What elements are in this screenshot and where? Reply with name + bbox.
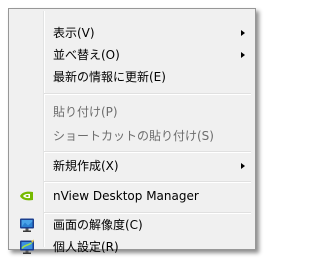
nvidia-icon — [19, 188, 35, 204]
submenu-arrow-icon — [241, 30, 245, 36]
personalize-icon — [19, 239, 35, 255]
menu-item-label: 最新の情報に更新(E) — [53, 70, 166, 84]
menu-item-personalize[interactable]: 個人設定(R) — [11, 236, 253, 258]
menu-item-refresh[interactable]: 最新の情報に更新(E) — [11, 66, 253, 88]
menu-item-label: ショートカットの貼り付け(S) — [53, 129, 214, 143]
menu-item-label: 新規作成(X) — [53, 159, 119, 173]
display-resolution-icon — [19, 217, 35, 233]
menu-separator — [44, 181, 251, 183]
menu-item-paste: 貼り付け(P) — [11, 101, 253, 123]
menu-item-label: 表示(V) — [53, 26, 95, 40]
menu-item-label: nView Desktop Manager — [53, 189, 199, 203]
submenu-arrow-icon — [241, 163, 245, 169]
menu-separator — [44, 93, 251, 95]
menu-item-label: 画面の解像度(C) — [53, 218, 143, 232]
menu-item-view[interactable]: 表示(V) — [11, 22, 253, 44]
menu-item-sort-by[interactable]: 並べ替え(O) — [11, 44, 253, 66]
menu-item-paste-shortcut: ショートカットの貼り付け(S) — [11, 125, 253, 147]
menu-separator — [44, 151, 251, 153]
submenu-arrow-icon — [241, 52, 245, 58]
menu-item-label: 並べ替え(O) — [53, 48, 120, 62]
menu-item-nview-desktop-manager[interactable]: nView Desktop Manager — [11, 185, 253, 207]
menu-item-label: 個人設定(R) — [53, 240, 119, 254]
menu-item-screen-resolution[interactable]: 画面の解像度(C) — [11, 214, 253, 236]
menu-item-new[interactable]: 新規作成(X) — [11, 155, 253, 177]
menu-item-label: 貼り付け(P) — [53, 105, 118, 119]
desktop-context-menu: 表示(V) 並べ替え(O) 最新の情報に更新(E) 貼り付け(P) ショートカッ… — [8, 8, 256, 254]
